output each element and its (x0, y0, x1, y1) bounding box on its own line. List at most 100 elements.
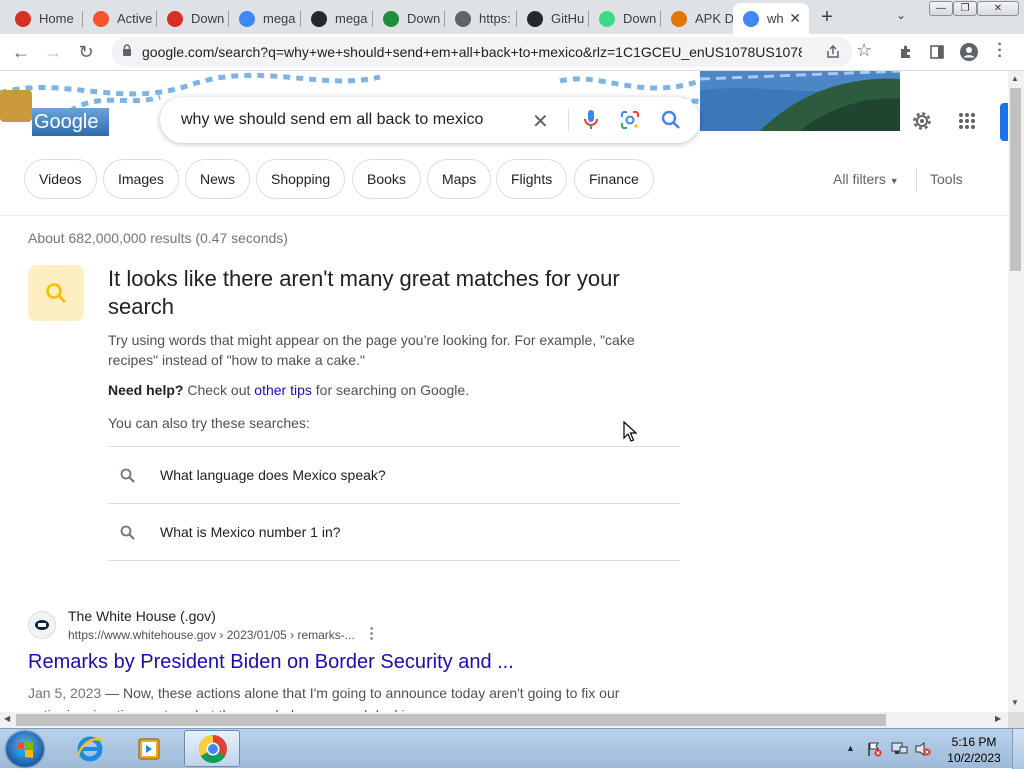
restore-button[interactable]: ❐ (953, 1, 977, 16)
lock-icon[interactable] (122, 44, 132, 56)
action-center-flag-icon[interactable] (866, 741, 882, 757)
show-desktop-button[interactable] (1012, 729, 1024, 769)
filter-chip-news[interactable]: News (185, 159, 251, 199)
browser-tab[interactable]: wh ✕ (733, 3, 809, 34)
browser-tab[interactable]: Down (373, 3, 445, 34)
lens-search-icon[interactable] (620, 110, 640, 130)
google-apps-icon[interactable] (958, 112, 976, 130)
windows-taskbar: ▲ 5:16 PM 10/2/2023 (0, 728, 1024, 769)
header-divider (0, 215, 1008, 216)
url-text[interactable]: google.com/search?q=why+we+should+send+e… (142, 44, 802, 60)
all-filters-button[interactable]: All filters ▼ (833, 171, 899, 187)
search-results-page: Google why we should send em all back to… (0, 71, 1008, 712)
suggestion-item[interactable]: What is Mexico number 1 in? (108, 503, 680, 560)
browser-tab[interactable]: Down (157, 3, 229, 34)
close-window-button[interactable]: ✕ (977, 1, 1019, 16)
scroll-up-icon[interactable]: ▲ (1011, 74, 1019, 83)
suggestion-item[interactable]: What language does Mexico speak? (108, 446, 680, 503)
browser-tab[interactable]: Active (83, 3, 157, 34)
malwarebytes-icon (383, 10, 399, 27)
media-player-taskbar-button[interactable] (122, 730, 178, 767)
suggestions-divider (108, 560, 680, 561)
search-input[interactable]: why we should send em all back to mexico (181, 111, 483, 129)
browser-tab[interactable]: Down (589, 3, 661, 34)
browser-tab[interactable]: https: (445, 3, 517, 34)
divider (916, 168, 917, 192)
result-title-link[interactable]: Remarks by President Biden on Border Sec… (28, 651, 514, 674)
tools-button[interactable]: Tools (930, 171, 963, 187)
internet-explorer-taskbar-button[interactable] (62, 730, 118, 767)
show-hidden-icons-button[interactable]: ▲ (846, 743, 855, 753)
tab-title: Down (191, 11, 225, 26)
filter-chip-books[interactable]: Books (352, 159, 421, 199)
close-tab-icon[interactable]: ✕ (789, 10, 801, 27)
horizontal-scroll-thumb[interactable] (16, 714, 886, 726)
suggestion-text[interactable]: What language does Mexico speak? (160, 467, 386, 483)
google-logo[interactable]: Google (32, 108, 109, 136)
network-icon[interactable] (890, 741, 908, 757)
other-tips-link[interactable]: other tips (254, 382, 312, 398)
browser-tab[interactable]: APK D (661, 3, 733, 34)
result-site-name[interactable]: The White House (.gov) (68, 608, 216, 624)
filter-chip-videos[interactable]: Videos (24, 159, 97, 199)
chrome-taskbar-button[interactable] (184, 730, 240, 767)
filter-chip-images[interactable]: Images (103, 159, 179, 199)
whitehouse-favicon-icon[interactable] (28, 611, 56, 639)
clock-time[interactable]: 5:16 PM (938, 734, 1010, 750)
voice-search-icon[interactable] (583, 109, 599, 131)
share-icon[interactable] (825, 44, 841, 60)
tab-title: wh (767, 11, 784, 26)
filter-chip-flights[interactable]: Flights (496, 159, 568, 199)
browser-tab[interactable]: mega (301, 3, 373, 34)
start-button[interactable] (6, 731, 44, 767)
browser-menu-icon[interactable]: · · · (996, 37, 1004, 65)
help-bold: Need help? (108, 382, 184, 398)
hiker-icon[interactable] (0, 90, 32, 122)
filter-chip-maps[interactable]: Maps (427, 159, 492, 199)
media-player-icon (138, 738, 160, 760)
apk-icon (671, 10, 687, 27)
tab-search-icon[interactable]: ⌄ (896, 8, 906, 22)
search-icon[interactable] (661, 110, 681, 130)
browser-tab[interactable]: GitHu (517, 3, 589, 34)
profile-icon[interactable] (960, 43, 978, 61)
tab-title: Down (407, 11, 441, 26)
result-more-options-icon[interactable]: · · · (368, 621, 376, 645)
side-panel-icon[interactable] (929, 44, 945, 60)
address-bar[interactable]: google.com/search?q=why+we+should+send+e… (112, 37, 872, 67)
clear-search-icon[interactable]: ✕ (532, 109, 549, 134)
mouse-cursor-icon (623, 421, 637, 442)
filter-chip-shopping[interactable]: Shopping (256, 159, 346, 199)
also-try-label: You can also try these searches: (108, 415, 310, 431)
help-pre: Check out (187, 382, 251, 398)
scroll-down-icon[interactable]: ▼ (1011, 698, 1019, 707)
vertical-scroll-thumb[interactable] (1010, 88, 1021, 271)
search-icon (120, 468, 135, 483)
new-tab-button[interactable]: + (817, 6, 837, 29)
back-icon[interactable]: ← (10, 42, 32, 62)
extensions-icon[interactable] (898, 44, 914, 60)
all-filters-label: All filters (833, 171, 886, 187)
search-box[interactable]: why we should send em all back to mexico… (160, 97, 700, 143)
browser-tab[interactable]: mega (229, 3, 301, 34)
reload-icon[interactable]: ↻ (75, 42, 97, 62)
suggestion-text[interactable]: What is Mexico number 1 in? (160, 524, 341, 540)
bookmark-star-icon[interactable]: ☆ (856, 40, 872, 61)
result-site-url[interactable]: https://www.whitehouse.gov › 2023/01/05 … (68, 628, 355, 642)
google-icon (239, 10, 255, 27)
scroll-right-icon[interactable]: ▶ (995, 714, 1001, 723)
filter-chip-finance[interactable]: Finance (574, 159, 654, 199)
settings-gear-icon[interactable] (910, 109, 934, 133)
tab-title: APK D (695, 11, 733, 26)
browser-tab[interactable]: Home (5, 3, 83, 34)
divider (568, 109, 569, 131)
scroll-left-icon[interactable]: ◀ (4, 714, 10, 723)
forward-icon[interactable]: → (42, 42, 64, 62)
clock-date[interactable]: 10/2/2023 (938, 750, 1010, 766)
notice-title: It looks like there aren't many great ma… (108, 266, 620, 319)
sign-in-button[interactable] (1000, 103, 1008, 141)
volume-muted-icon[interactable] (914, 741, 932, 757)
result-stats: About 682,000,000 results (0.47 seconds) (28, 230, 288, 246)
minimize-button[interactable]: — (929, 1, 953, 16)
apk-icon (599, 10, 615, 27)
